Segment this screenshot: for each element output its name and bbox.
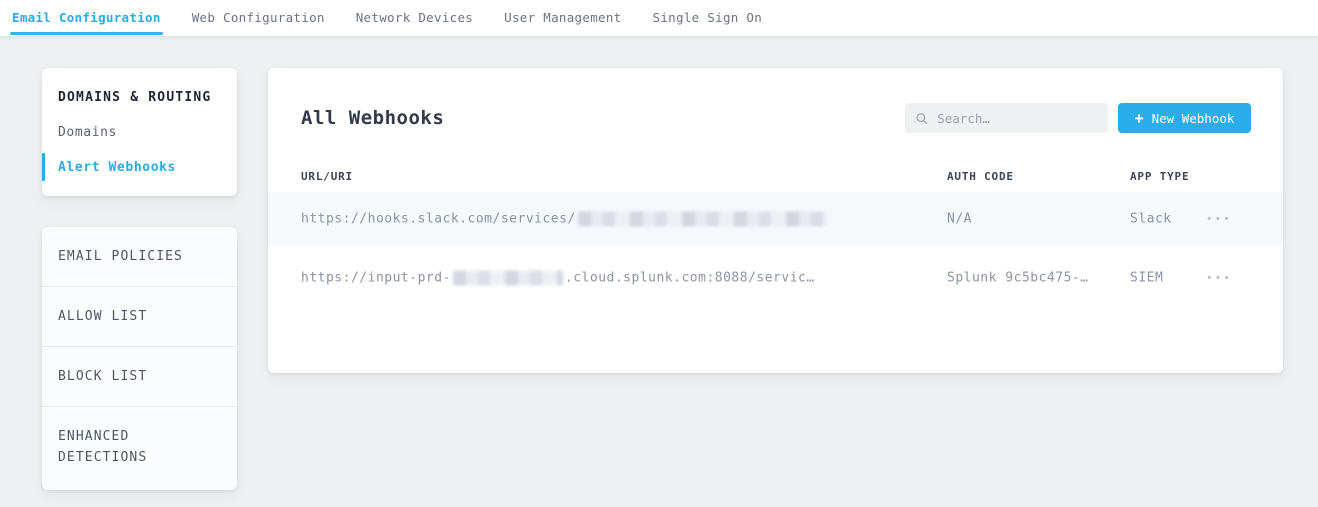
row-menu-ellipsis-button[interactable]: •••: [1204, 208, 1234, 229]
table-row-splunk-webhook[interactable]: https://input-prd- .cloud.splunk.com:808…: [268, 245, 1283, 311]
new-webhook-button[interactable]: + New Webhook: [1118, 103, 1251, 133]
row-menu-ellipsis-button[interactable]: •••: [1204, 268, 1234, 289]
webhooks-panel: All Webhooks + New Webhook URL/URI AUTH …: [268, 68, 1283, 373]
cell-app-type: SIEM: [1130, 271, 1163, 286]
tab-user-management[interactable]: User Management: [504, 0, 621, 36]
sidebar-item-domains[interactable]: Domains: [58, 125, 221, 140]
tab-email-configuration[interactable]: Email Configuration: [12, 0, 161, 36]
sidebar-item-alert-webhooks[interactable]: Alert Webhooks: [58, 160, 221, 175]
url-suffix: .cloud.splunk.com:8088/servic…: [565, 271, 815, 286]
url-prefix: https://hooks.slack.com/services/: [301, 211, 576, 226]
search-input[interactable]: [937, 111, 1098, 126]
sidebar-domains-routing-card: DOMAINS & ROUTING Domains Alert Webhooks: [42, 68, 237, 196]
cell-auth-code: Splunk 9c5bc475-…: [947, 271, 1089, 286]
tab-network-devices[interactable]: Network Devices: [356, 0, 473, 36]
new-webhook-button-label: New Webhook: [1152, 111, 1235, 126]
column-header-url-uri: URL/URI: [301, 170, 353, 183]
sidebar-item-allow-list[interactable]: ALLOW LIST: [42, 287, 237, 347]
cell-url: https://input-prd- .cloud.splunk.com:808…: [301, 271, 815, 286]
redacted-url-segment: [578, 211, 828, 226]
top-navigation: Email Configuration Web Configuration Ne…: [0, 0, 1318, 36]
sidebar-item-enhanced-detections[interactable]: ENHANCED DETECTIONS: [42, 407, 237, 490]
sidebar-item-block-list[interactable]: BLOCK LIST: [42, 347, 237, 407]
sidebar-sections-card: EMAIL POLICIES ALLOW LIST BLOCK LIST ENH…: [42, 227, 237, 490]
column-header-app-type: APP TYPE: [1130, 170, 1189, 183]
cell-app-type: Slack: [1130, 211, 1172, 226]
sidebar-item-email-policies[interactable]: EMAIL POLICIES: [42, 227, 237, 287]
redacted-url-segment: [453, 271, 563, 286]
tab-single-sign-on[interactable]: Single Sign On: [653, 0, 763, 36]
sidebar-heading-domains-routing: DOMAINS & ROUTING: [58, 90, 221, 105]
cell-auth-code: N/A: [947, 211, 972, 226]
tab-web-configuration[interactable]: Web Configuration: [192, 0, 325, 36]
search-icon: [915, 111, 928, 126]
search-box: [905, 103, 1108, 133]
url-prefix: https://input-prd-: [301, 271, 451, 286]
page-title: All Webhooks: [301, 107, 444, 129]
table-row-slack-webhook[interactable]: https://hooks.slack.com/services/ N/A Sl…: [268, 192, 1283, 245]
cell-url: https://hooks.slack.com/services/: [301, 211, 830, 226]
plus-icon: +: [1135, 111, 1144, 126]
column-header-auth-code: AUTH CODE: [947, 170, 1014, 183]
